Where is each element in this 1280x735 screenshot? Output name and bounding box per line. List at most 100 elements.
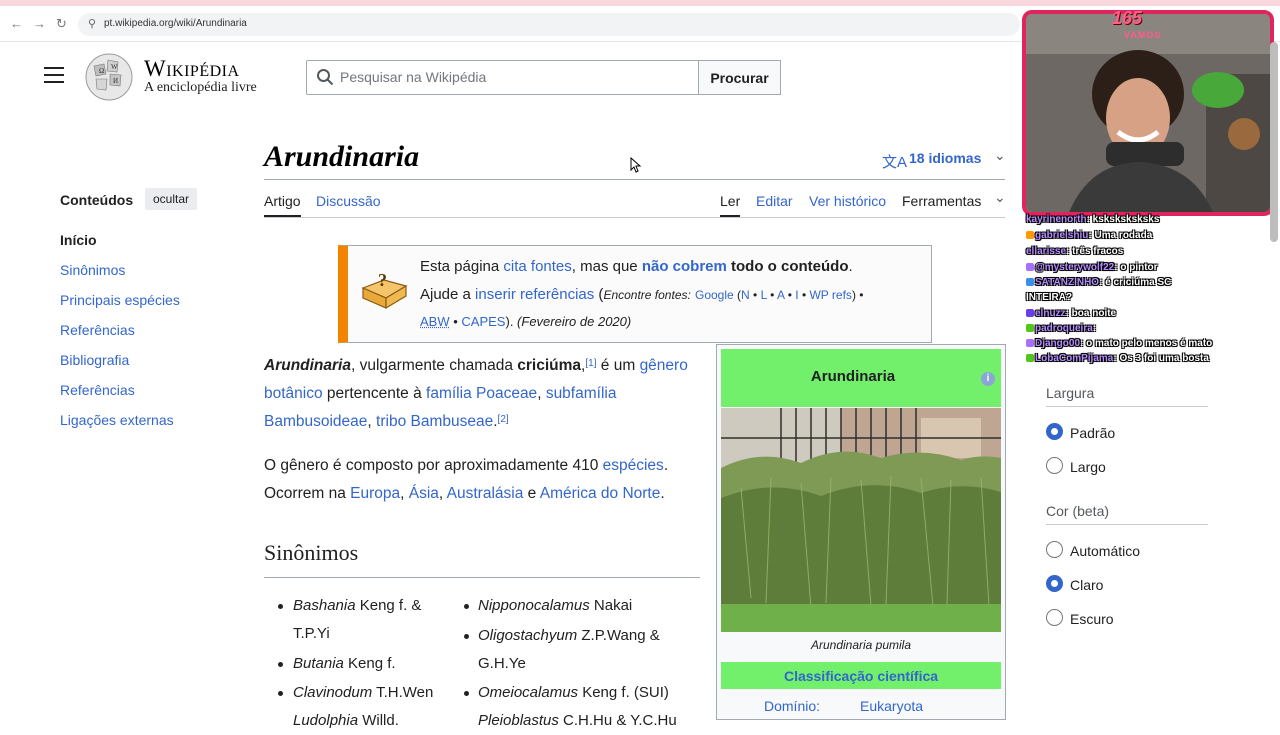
color-claro-label[interactable]: Claro — [1070, 577, 1103, 593]
inserir-referencias-link[interactable]: inserir referências — [475, 286, 594, 303]
toc-item-sinonimos[interactable]: Sinônimos — [60, 262, 125, 278]
search-button[interactable]: Procurar — [698, 60, 781, 95]
svg-text:И: И — [113, 77, 118, 85]
section-heading-sinonimos: Sinônimos — [264, 540, 359, 565]
toc-hide-button[interactable]: ocultar — [145, 188, 197, 210]
domain-label-link[interactable]: Domínio: — [764, 698, 820, 714]
search-icon — [317, 69, 334, 86]
color-escuro-label[interactable]: Escuro — [1070, 611, 1114, 627]
stream-counter: 165 — [1112, 8, 1143, 28]
australasia-link[interactable]: Australásia — [447, 485, 524, 502]
color-automatico-radio[interactable] — [1046, 541, 1063, 558]
ref-2[interactable]: [2] — [498, 414, 509, 425]
webcam-overlay — [1022, 10, 1274, 216]
list-bullet — [278, 662, 283, 667]
color-heading: Cor (beta) — [1046, 503, 1110, 519]
reload-icon[interactable]: ↻ — [56, 16, 67, 32]
site-info-icon[interactable]: ⚲ — [88, 17, 96, 30]
bamboo-photo[interactable] — [721, 408, 1001, 632]
list-bullet — [464, 634, 469, 639]
toc-item-referencias[interactable]: Referências — [60, 322, 135, 338]
forward-icon[interactable]: → — [33, 16, 46, 31]
asia-link[interactable]: Ásia — [409, 485, 439, 502]
search-input[interactable] — [340, 69, 690, 85]
book-question-icon: ? — [361, 270, 408, 310]
tab-discussao[interactable]: Discussão — [316, 193, 381, 209]
chat-message: kayrinenorth: ksksksksksks — [1026, 214, 1160, 225]
tab-ferramentas[interactable]: Ferramentas — [902, 193, 981, 209]
info-icon[interactable]: i — [981, 372, 995, 386]
especies-link[interactable]: espécies — [603, 457, 664, 474]
url-text[interactable]: pt.wikipedia.org/wiki/Arundinaria — [104, 18, 247, 29]
language-button[interactable]: 18 idiomas — [909, 150, 981, 166]
toc-item-referencias-2[interactable]: Referências — [60, 382, 135, 398]
back-icon[interactable]: ← — [10, 16, 23, 31]
main-menu-icon[interactable] — [44, 67, 64, 85]
section-divider — [264, 577, 700, 578]
svg-text:?: ? — [378, 270, 387, 290]
tabs-divider — [264, 217, 1005, 218]
tools-chevron-icon[interactable]: ⌄ — [994, 189, 1006, 206]
synonym-item: Clavinodum T.H.Wen — [293, 684, 434, 701]
taxobox-title: Arundinaria — [810, 368, 896, 385]
nao-cobrem-link[interactable]: não cobrem — [642, 258, 727, 275]
synonym-item: Nipponocalamus Nakai — [478, 597, 633, 614]
list-bullet — [464, 604, 469, 609]
list-bullet — [278, 604, 283, 609]
chat-message: elnuzz: boa noite — [1026, 308, 1116, 319]
familia-poaceae-link[interactable]: família Poaceae — [426, 385, 537, 402]
synonym-item: Omeiocalamus Keng f. (SUI) — [478, 684, 669, 701]
width-largo-label[interactable]: Largo — [1070, 459, 1106, 475]
cita-fontes-link[interactable]: cita fontes — [503, 258, 571, 275]
color-escuro-radio[interactable] — [1046, 609, 1063, 626]
europa-link[interactable]: Europa — [350, 485, 400, 502]
svg-text:Ω: Ω — [99, 67, 104, 75]
svg-text:W: W — [111, 63, 118, 71]
language-icon[interactable]: 文A — [882, 151, 907, 172]
color-automatico-label[interactable]: Automático — [1070, 543, 1140, 559]
intro-paragraph: Arundinaria, vulgarmente chamada criciúm… — [264, 357, 688, 430]
language-chevron-icon[interactable]: ⌄ — [994, 147, 1006, 164]
synonym-item: Pleioblastus C.H.Hu & Y.C.Hu — [478, 712, 677, 729]
classification-link[interactable]: Classificação científica — [721, 668, 1001, 684]
synonym-item: Ludolphia Willd. — [293, 712, 399, 729]
width-padrao-radio[interactable] — [1046, 423, 1063, 440]
toc-item-inicio[interactable]: Início — [60, 232, 97, 248]
ref-1[interactable]: [1] — [585, 358, 596, 369]
color-divider — [1046, 524, 1208, 525]
wp-refs-link[interactable]: WP refs — [809, 288, 851, 302]
wikipedia-wordmark[interactable]: Wikipédia — [144, 56, 240, 82]
tribo-link[interactable]: tribo Bambuseae — [376, 413, 493, 430]
synonym-item: Oligostachyum Z.P.Wang & G.H.Ye — [478, 627, 660, 672]
toc-item-bibliografia[interactable]: Bibliografia — [60, 352, 129, 368]
tab-artigo[interactable]: Artigo — [264, 193, 301, 209]
wikipedia-tagline: A enciclopédia livre — [144, 80, 257, 95]
distribution-paragraph: O gênero é composto por aproximadamente … — [264, 457, 669, 502]
color-claro-radio[interactable] — [1046, 575, 1063, 592]
domain-value-link[interactable]: Eukaryota — [860, 698, 923, 714]
mouse-cursor-icon — [630, 157, 642, 173]
america-do-norte-link[interactable]: América do Norte — [540, 485, 661, 502]
chat-message: @mysterywolf22: o pintor — [1026, 262, 1158, 273]
toc-item-principais-especies[interactable]: Principais espécies — [60, 292, 180, 308]
tab-ler[interactable]: Ler — [720, 193, 740, 209]
synonym-item: Butania Keng f. — [293, 655, 396, 672]
tab-ver-historico[interactable]: Ver histórico — [809, 193, 886, 209]
width-heading: Largura — [1046, 385, 1095, 401]
width-largo-radio[interactable] — [1046, 457, 1063, 474]
capes-link[interactable]: CAPES — [461, 314, 505, 329]
abw-link[interactable]: ABW — [420, 314, 450, 329]
width-padrao-label[interactable]: Padrão — [1070, 425, 1115, 441]
taxobox-caption: Arundinaria pumila — [810, 638, 912, 652]
chat-message: SATANZINHO: é criciúma SC — [1026, 277, 1171, 288]
toc-item-ligacoes-externas[interactable]: Ligações externas — [60, 412, 174, 428]
toc-title: Conteúdos — [60, 192, 134, 208]
chat-message: INTEIRA? — [1026, 292, 1073, 303]
page-scrollbar[interactable] — [1270, 42, 1278, 242]
wikipedia-globe-icon[interactable]: Ω W И — [84, 52, 134, 102]
google-link[interactable]: Google — [695, 288, 734, 302]
tab-editar[interactable]: Editar — [756, 193, 793, 209]
page-title: Arundinaria — [264, 140, 420, 173]
n-link[interactable]: N — [741, 288, 750, 302]
chat-message: Django00: o mato pelo menos é mato — [1026, 338, 1212, 349]
